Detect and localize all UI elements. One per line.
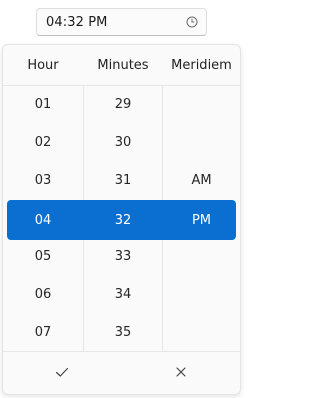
hour-item[interactable]: 02: [3, 124, 83, 161]
minute-item[interactable]: 30: [84, 124, 162, 161]
clock-icon[interactable]: [186, 16, 198, 28]
picker-body: 01 02 03 05 06 07 29 30 31 33 34 35 AM 0…: [3, 86, 240, 351]
meridiem-item-am[interactable]: AM: [163, 162, 240, 199]
minutes-column-header: Minutes: [97, 58, 149, 73]
time-picker-flyout: Hour Minutes Meridiem 01 02 03 05 06 07 …: [2, 44, 241, 395]
meridiem-column-header: Meridiem: [171, 58, 232, 73]
hour-item[interactable]: 03: [3, 162, 83, 199]
minute-item[interactable]: 35: [84, 314, 162, 351]
minute-item[interactable]: 29: [84, 86, 162, 123]
hour-item[interactable]: 01: [3, 86, 83, 123]
selected-minute[interactable]: 32: [84, 200, 162, 240]
hour-item[interactable]: 05: [3, 238, 83, 275]
hour-item[interactable]: 06: [3, 276, 83, 313]
hour-column-header: Hour: [27, 58, 59, 73]
checkmark-icon: [54, 364, 70, 384]
picker-header: Hour Minutes Meridiem: [3, 45, 240, 86]
time-input[interactable]: 04:32 PM: [36, 8, 207, 36]
accept-button[interactable]: [3, 352, 121, 394]
selected-meridiem[interactable]: PM: [163, 200, 240, 240]
minute-item[interactable]: 33: [84, 238, 162, 275]
dismiss-button[interactable]: [122, 352, 240, 394]
time-input-value: 04:32 PM: [46, 14, 108, 30]
minute-item[interactable]: 34: [84, 276, 162, 313]
close-icon: [174, 364, 188, 383]
minute-item[interactable]: 31: [84, 162, 162, 199]
picker-footer: [3, 351, 240, 394]
hour-item[interactable]: 07: [3, 314, 83, 351]
selected-hour[interactable]: 04: [3, 200, 83, 240]
